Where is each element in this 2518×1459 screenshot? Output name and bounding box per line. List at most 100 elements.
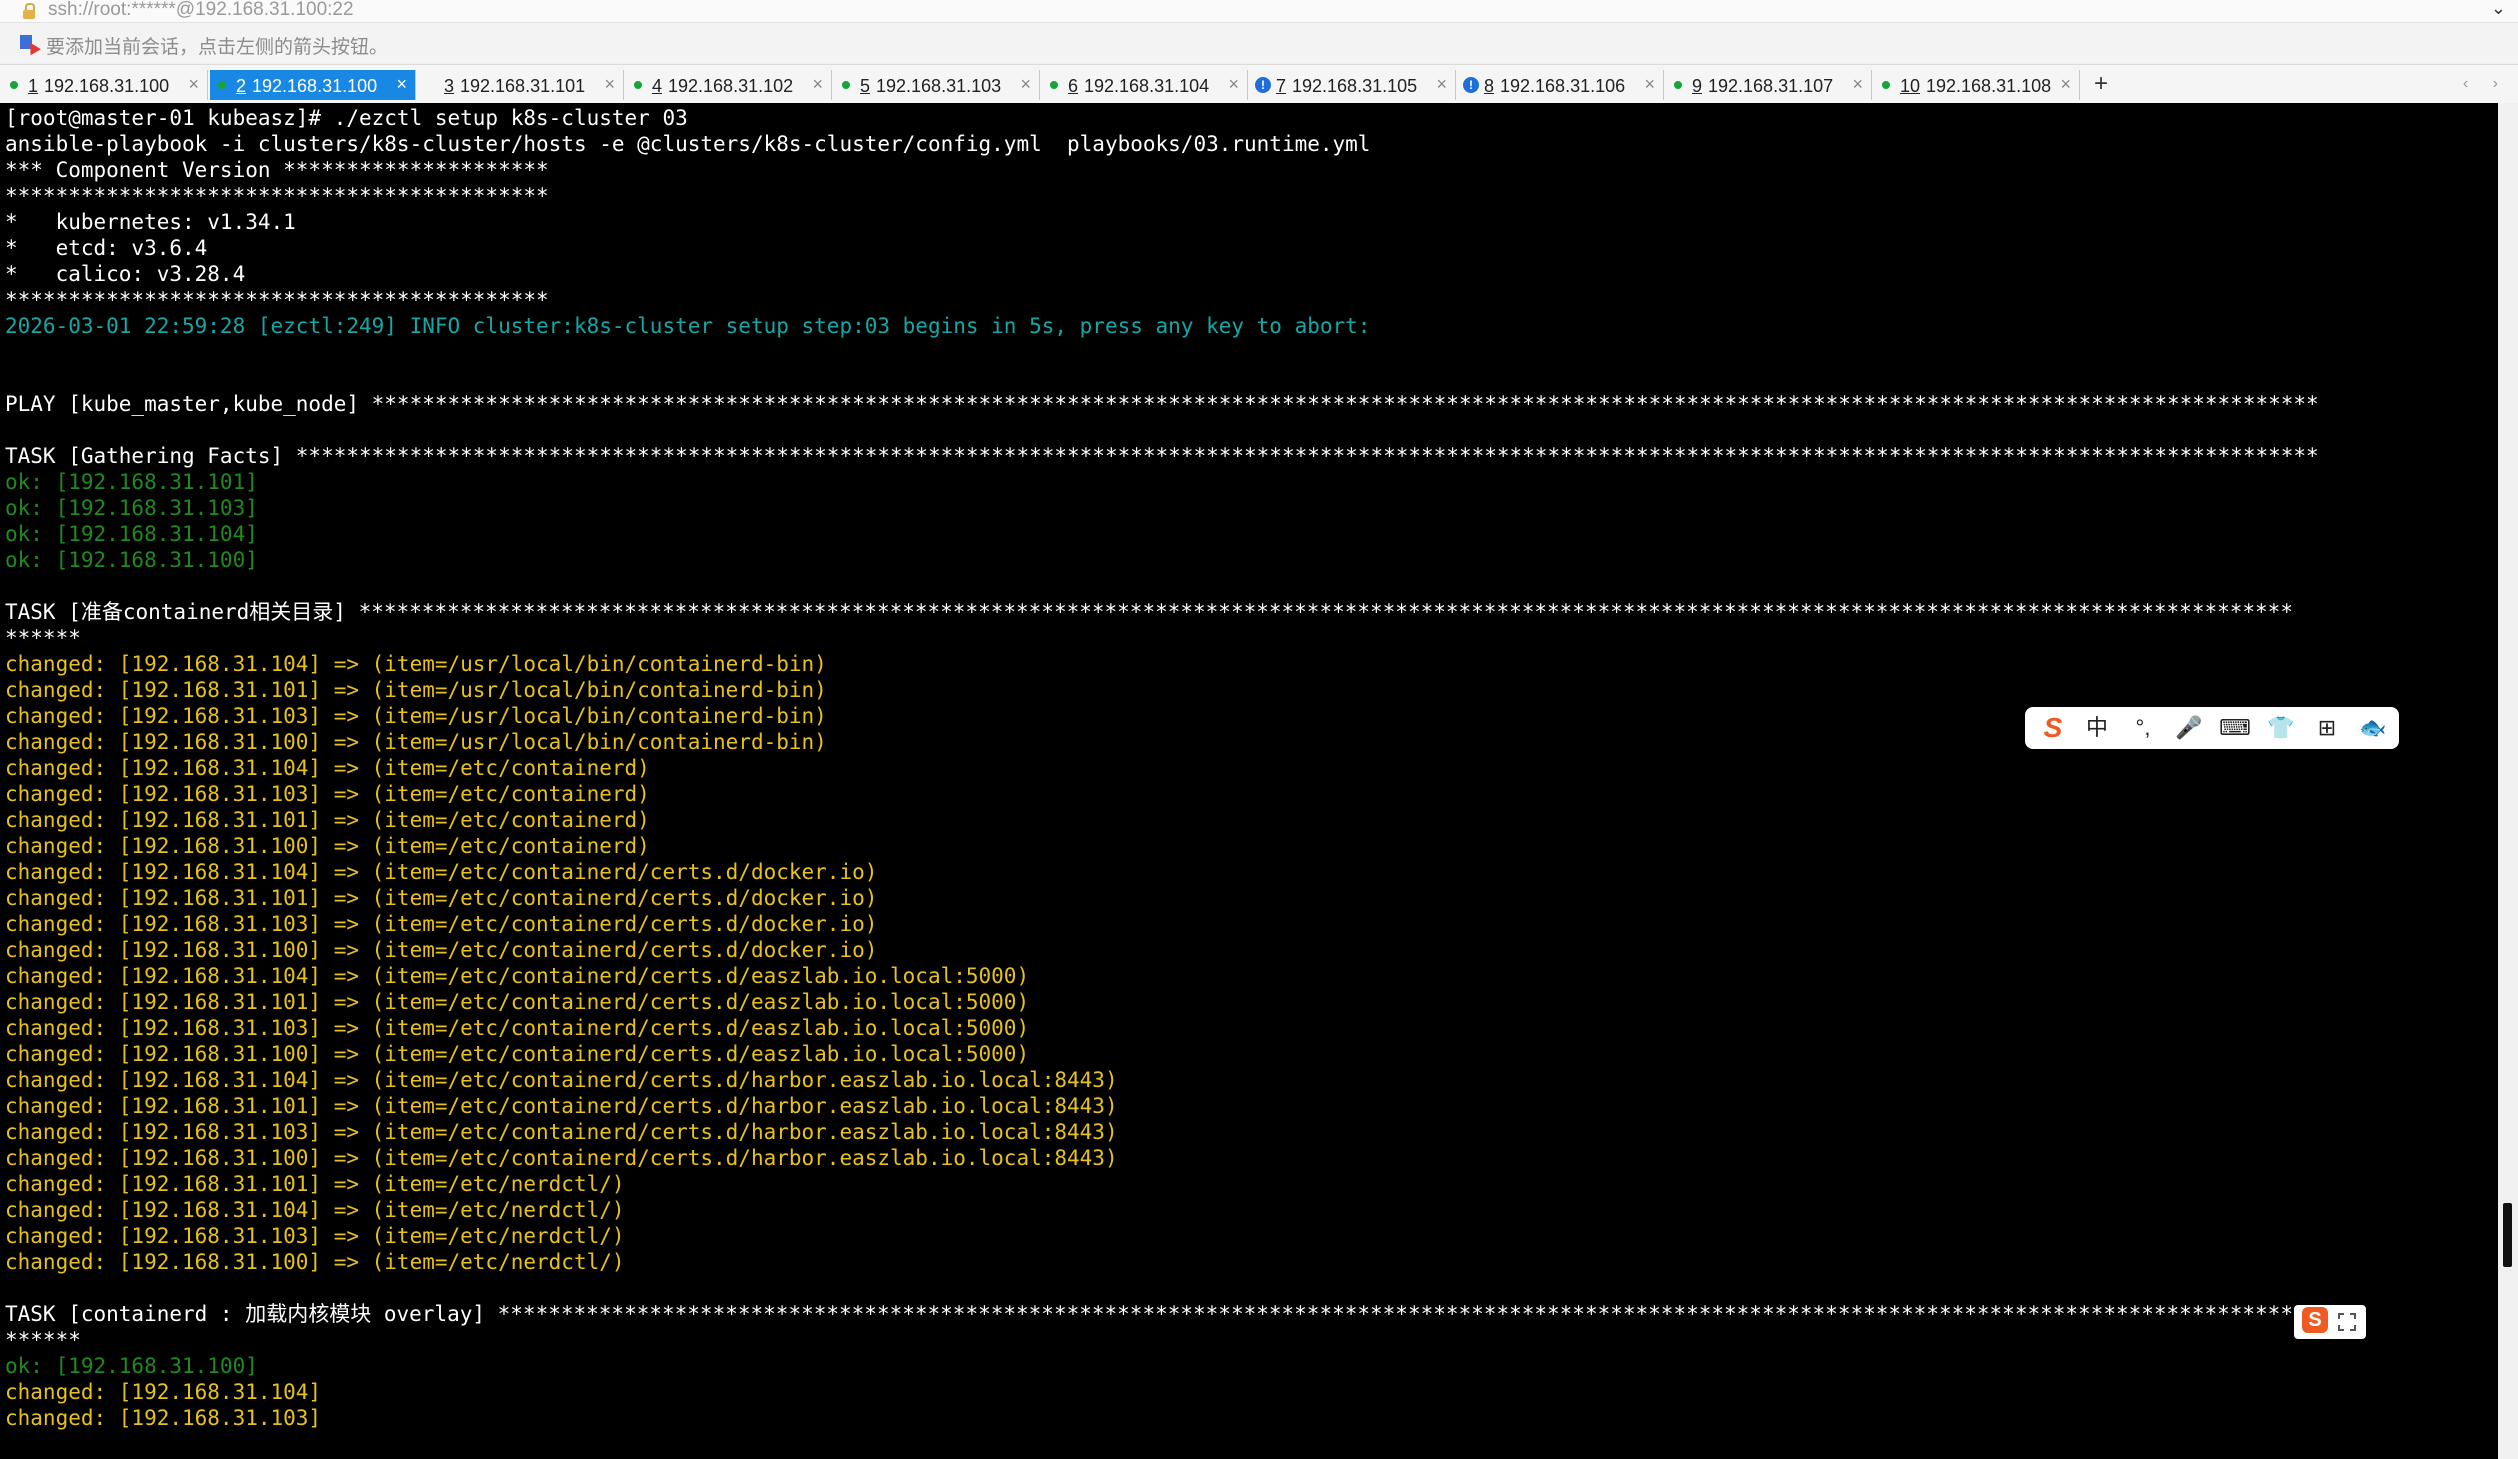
terminal-line: changed: [192.168.31.101] => (item=/usr/… [5,678,827,702]
tab-label: 192.168.31.108 [1926,76,2052,96]
address-text[interactable]: ssh://root:******@192.168.31.100:22 [48,0,354,20]
session-tab-bar: + ‹ › 1 192.168.31.100 × 2 192.168.31.100 × 3 1… [0,64,2518,104]
close-tab-icon[interactable]: × [188,74,199,95]
tab-session-10[interactable]: 10 192.168.31.108 × [1874,70,2080,100]
terminal-line: ok: [192.168.31.103] [5,496,258,520]
terminal-line: changed: [192.168.31.100] => (item=/usr/… [5,730,827,754]
terminal-line: changed: [192.168.31.104] => (item=/etc/… [5,964,1030,988]
tab-session-6[interactable]: 6 192.168.31.104 × [1042,70,1248,100]
add-tab-button[interactable]: + [2090,70,2112,100]
terminal-line: ****** [5,1328,81,1352]
tab-session-3[interactable]: 3 192.168.31.101 × [418,70,624,100]
terminal-line: ok: [192.168.31.100] [5,1354,258,1378]
terminal-line: changed: [192.168.31.100] => (item=/etc/… [5,938,878,962]
ime-toolbar[interactable]: S 中 °, 🎤 ⌨ 👕 ⊞ 🐟 [2025,707,2399,749]
terminal-line: * etcd: v3.6.4 [5,236,208,260]
terminal-line: [root@master-01 kubeasz]# ./ezctl setup … [5,106,688,130]
close-tab-icon[interactable]: × [1436,74,1447,95]
tab-label: 192.168.31.101 [460,76,586,96]
terminal-scrollbar[interactable] [2498,103,2518,1459]
tab-label: 192.168.31.105 [1292,76,1418,96]
close-tab-icon[interactable]: × [1228,74,1239,95]
close-tab-icon[interactable]: × [1644,74,1655,95]
hint-text: 要添加当前会话，点击左侧的箭头按钮。 [46,37,389,58]
status-dot-icon [218,81,226,89]
info-icon: ! [1463,77,1479,93]
mascot-icon[interactable]: 🐟 [2351,707,2395,749]
chinese-mode-icon[interactable]: 中 [2075,707,2119,749]
terminal-line: changed: [192.168.31.101] => (item=/etc/… [5,990,1030,1014]
info-icon: ! [1255,77,1271,93]
tab-session-7[interactable]: ! 7 192.168.31.105 × [1250,70,1456,100]
terminal-line: changed: [192.168.31.104] => (item=/usr/… [5,652,827,676]
keyboard-icon[interactable]: ⌨ [2213,707,2257,749]
toolbox-icon[interactable]: ⊞ [2305,707,2349,749]
address-bar[interactable]: ssh://root:******@192.168.31.100:22 ⌄ [0,0,2518,23]
terminal-line: ****************************************… [5,184,549,208]
terminal-line: changed: [192.168.31.104] [5,1380,322,1404]
tab-session-8[interactable]: ! 8 192.168.31.106 × [1458,70,1664,100]
terminal-line: ok: [192.168.31.101] [5,470,258,494]
terminal-line: changed: [192.168.31.103] => (item=/etc/… [5,1224,625,1248]
hint-bar: 要添加当前会话，点击左侧的箭头按钮。 [0,23,2518,63]
tab-label: 192.168.31.106 [1500,76,1626,96]
status-dot-icon [10,81,18,89]
terminal-line: ok: [192.168.31.100] [5,548,258,572]
punctuation-icon[interactable]: °, [2121,707,2165,749]
terminal-line: TASK [Gathering Facts] *****************… [5,444,2319,468]
tab-number: 7 [1276,76,1287,96]
terminal-line: changed: [192.168.31.103] => (item=/usr/… [5,704,827,728]
tab-number: 9 [1692,76,1703,96]
terminal-line: changed: [192.168.31.103] => (item=/etc/… [5,1016,1030,1040]
close-tab-icon[interactable]: × [812,74,823,95]
terminal-line: changed: [192.168.31.104] => (item=/etc/… [5,1198,625,1222]
terminal-line: changed: [192.168.31.103] => (item=/etc/… [5,782,650,806]
close-tab-icon[interactable]: × [1020,74,1031,95]
skin-icon[interactable]: 👕 [2259,707,2303,749]
close-tab-icon[interactable]: × [604,74,615,95]
lock-icon [22,3,36,19]
ime-mini-toolbar[interactable]: S [2294,1305,2366,1339]
tab-number: 6 [1068,76,1079,96]
status-dot-icon [634,81,642,89]
chevron-down-icon[interactable]: ⌄ [2491,0,2506,19]
tab-label: 192.168.31.102 [668,76,794,96]
terminal-line: TASK [containerd : 加载内核模块 overlay] *****… [5,1302,2344,1326]
tab-session-5[interactable]: 5 192.168.31.103 × [834,70,1040,100]
terminal-line: *** Component Version ******************… [5,158,549,182]
tab-session-2[interactable]: 2 192.168.31.100 × [210,70,416,100]
scrollbar-thumb[interactable] [2503,1203,2512,1267]
terminal-line: changed: [192.168.31.104] => (item=/etc/… [5,860,878,884]
tab-label: 192.168.31.107 [1708,76,1834,96]
terminal-output[interactable]: [root@master-01 kubeasz]# ./ezctl setup … [0,103,2498,1459]
tab-session-1[interactable]: 1 192.168.31.100 × [2,70,208,100]
terminal-line: changed: [192.168.31.103] => (item=/etc/… [5,1120,1118,1144]
sogou-logo-icon[interactable]: S [2031,707,2075,749]
close-tab-icon[interactable]: × [2060,74,2071,95]
fullscreen-icon[interactable] [2338,1313,2356,1331]
terminal-line: * calico: v3.28.4 [5,262,246,286]
terminal-line: changed: [192.168.31.100] => (item=/etc/… [5,834,650,858]
sogou-logo-icon[interactable]: S [2302,1307,2328,1333]
terminal-line: * kubernetes: v1.34.1 [5,210,296,234]
bookmark-arrow-icon[interactable] [20,35,36,53]
terminal-line: TASK [准备containerd相关目录] ****************… [5,600,2293,624]
tab-number: 8 [1484,76,1495,96]
status-dot-icon [1674,81,1682,89]
status-dot-icon [1050,81,1058,89]
close-tab-icon[interactable]: × [396,74,407,95]
terminal-line: changed: [192.168.31.104] => (item=/etc/… [5,756,650,780]
terminal-line: ****************************************… [5,288,549,312]
tab-session-4[interactable]: 4 192.168.31.102 × [626,70,832,100]
tab-scroll-arrows[interactable]: ‹ › [2463,75,2508,93]
tab-number: 4 [652,76,663,96]
microphone-icon[interactable]: 🎤 [2167,707,2211,749]
terminal-line: ****** [5,626,81,650]
close-tab-icon[interactable]: × [1852,74,1863,95]
tab-number: 3 [444,76,455,96]
terminal-line: changed: [192.168.31.100] => (item=/etc/… [5,1250,625,1274]
terminal-line: ok: [192.168.31.104] [5,522,258,546]
tab-session-9[interactable]: 9 192.168.31.107 × [1666,70,1872,100]
tab-label: 192.168.31.100 [252,76,378,96]
terminal-line: PLAY [kube_master,kube_node] ***********… [5,392,2319,416]
